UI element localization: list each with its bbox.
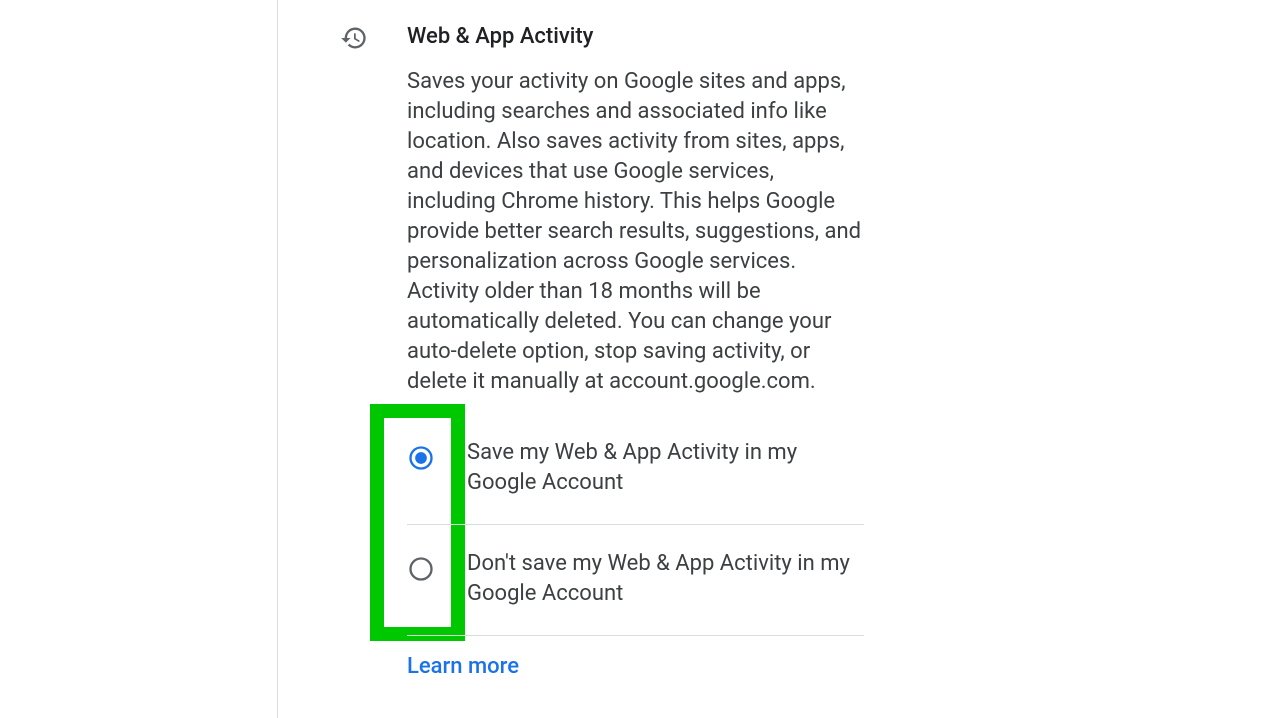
learn-more-link[interactable]: Learn more xyxy=(407,654,519,679)
option-save-activity[interactable]: Save my Web & App Activity in my Google … xyxy=(407,438,864,525)
radio-selected-icon[interactable] xyxy=(407,444,435,476)
option-dont-save-activity[interactable]: Don't save my Web & App Activity in my G… xyxy=(407,525,864,636)
option-label: Don't save my Web & App Activity in my G… xyxy=(467,549,864,609)
radio-unselected-icon[interactable] xyxy=(407,555,435,587)
web-app-activity-section: Web & App Activity Saves your activity o… xyxy=(340,24,865,435)
activity-options-list: Save my Web & App Activity in my Google … xyxy=(407,438,864,636)
section-title: Web & App Activity xyxy=(407,24,865,49)
option-label: Save my Web & App Activity in my Google … xyxy=(467,438,864,498)
vertical-divider xyxy=(277,0,278,718)
history-icon xyxy=(340,24,368,56)
section-description: Saves your activity on Google sites and … xyxy=(407,67,867,397)
